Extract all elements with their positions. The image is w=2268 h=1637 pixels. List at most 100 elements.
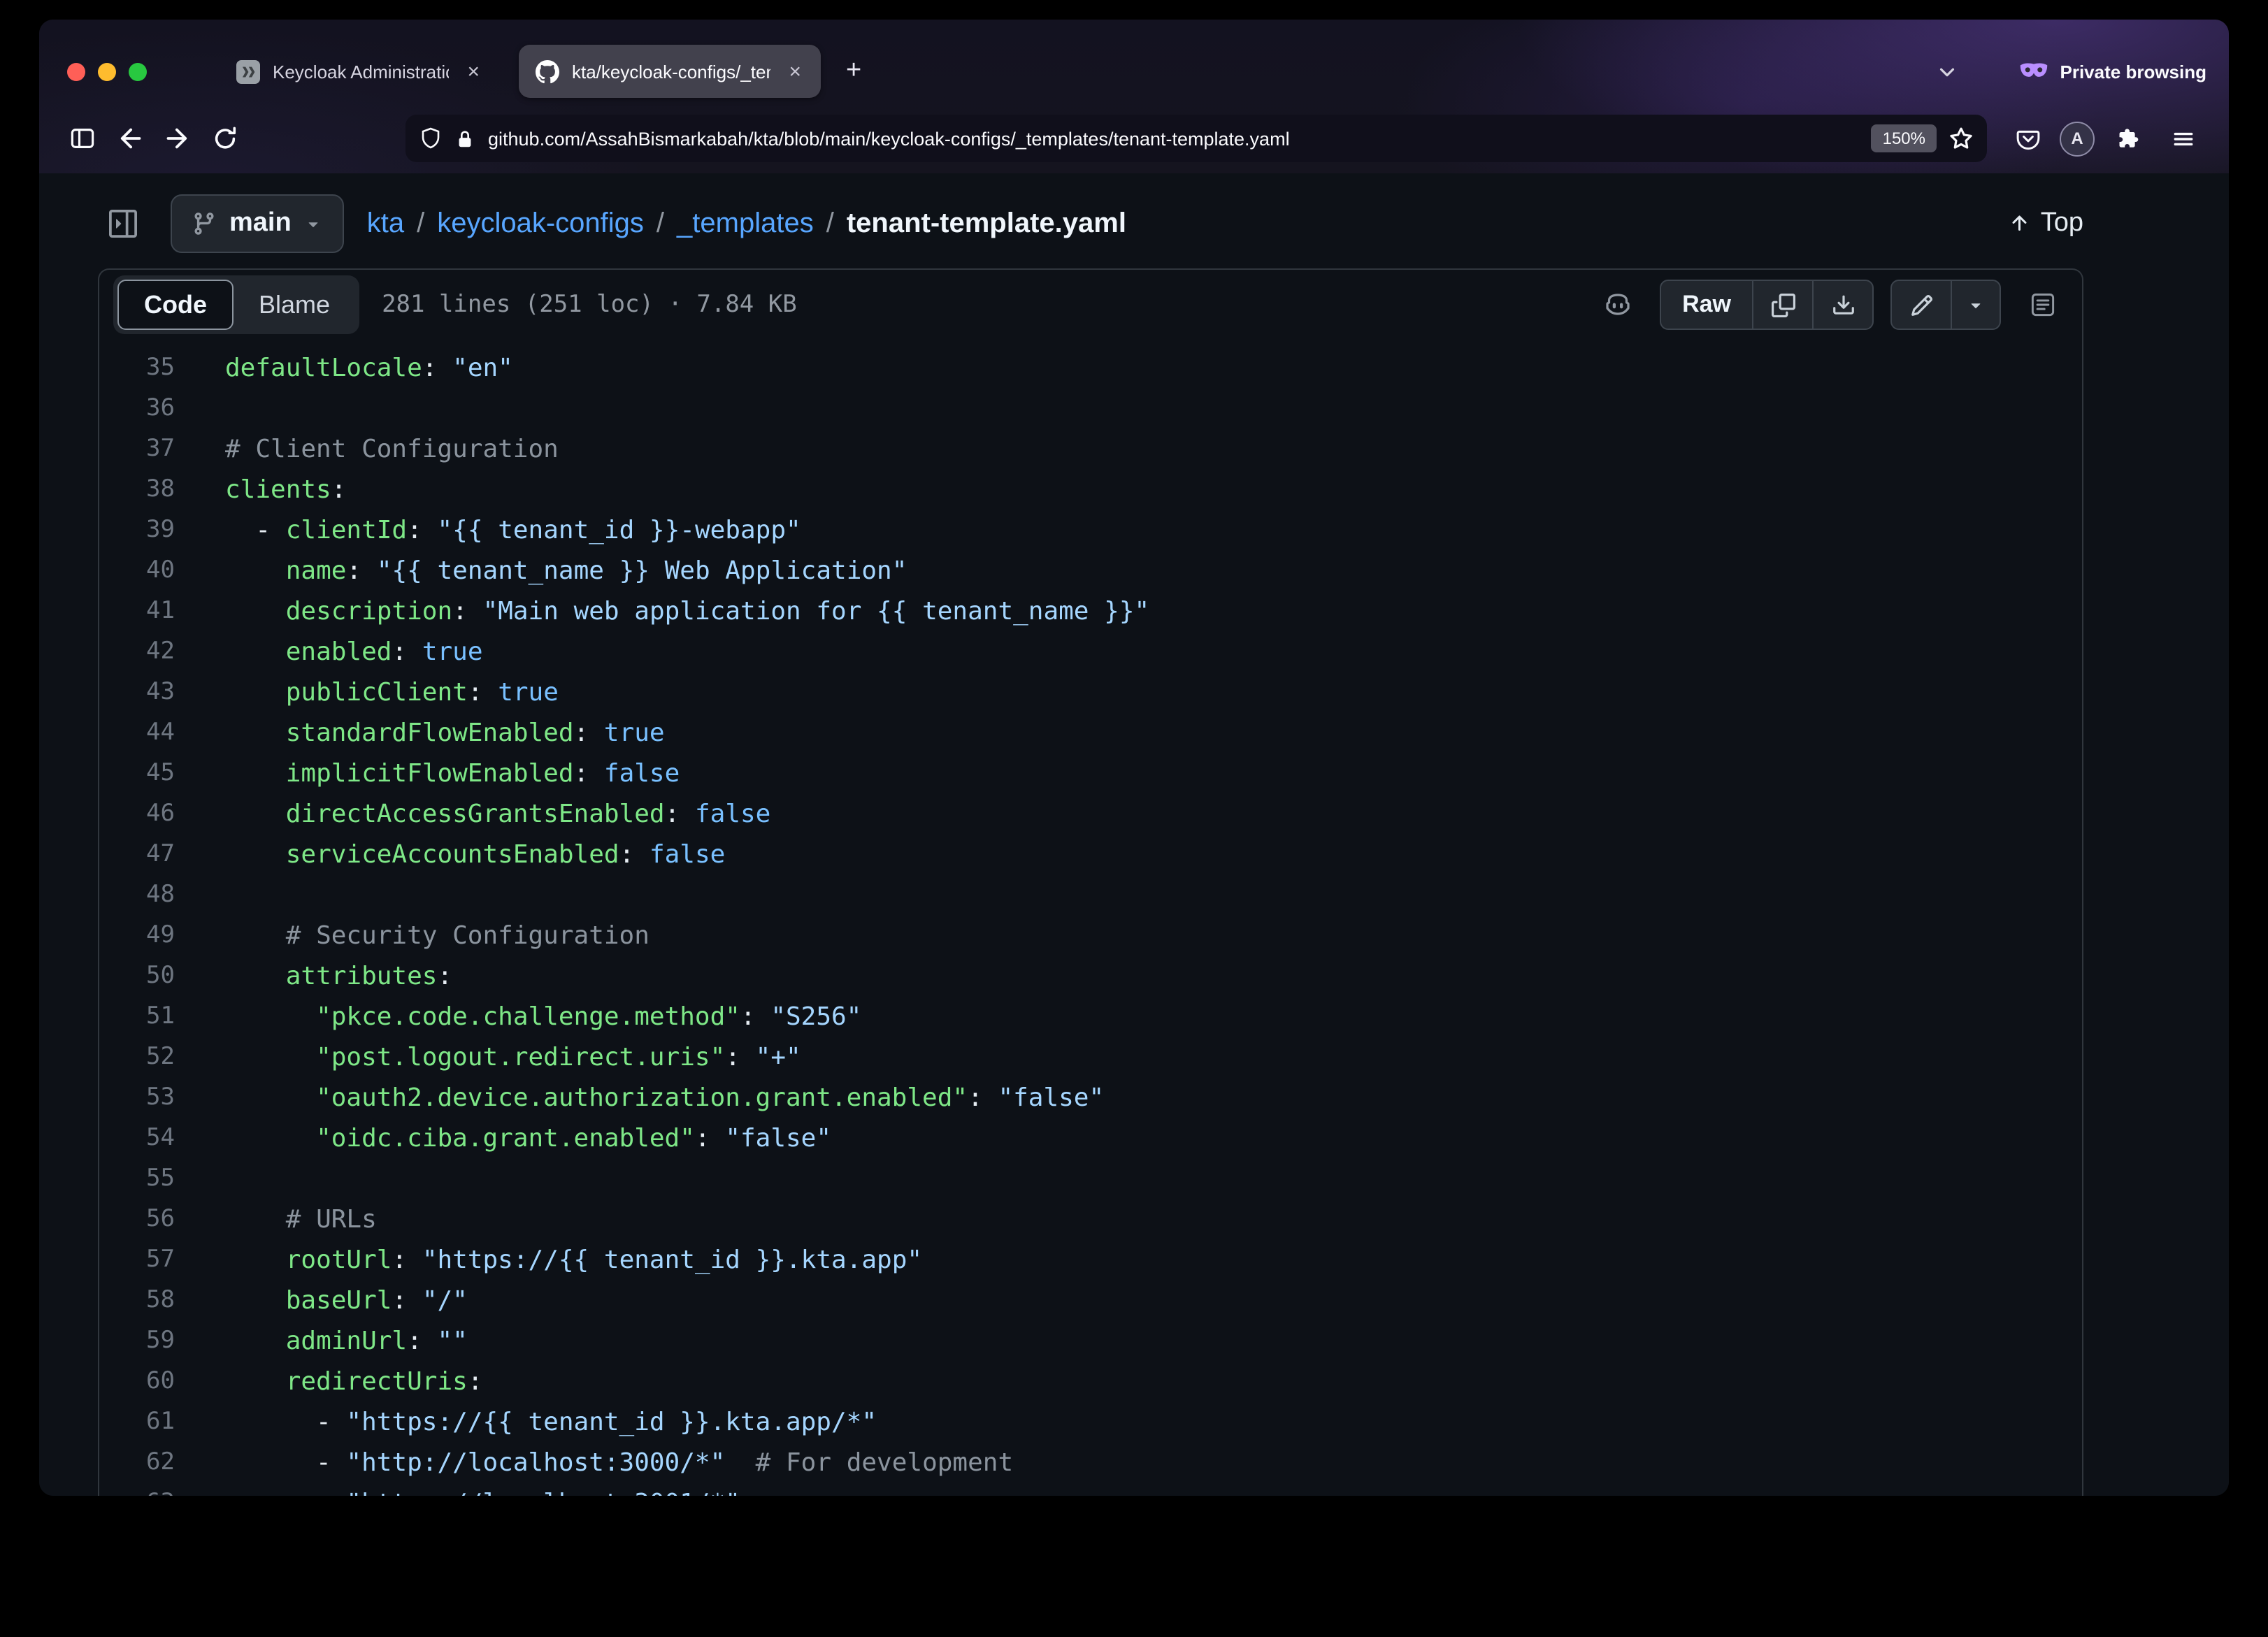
line-number[interactable]: 58 bbox=[99, 1281, 194, 1321]
line-number[interactable]: 51 bbox=[99, 997, 194, 1037]
code-text: rootUrl: "https://{{ tenant_id }}.kta.ap… bbox=[194, 1240, 922, 1281]
code-line: 36 bbox=[99, 389, 2082, 429]
profile-avatar[interactable]: A bbox=[2060, 121, 2095, 156]
breadcrumb-dir-link[interactable]: _templates bbox=[677, 208, 814, 240]
tab-blame[interactable]: Blame bbox=[234, 280, 355, 330]
url-text[interactable]: github.com/AssahBismarkabah/kta/blob/mai… bbox=[488, 128, 1859, 149]
line-number[interactable]: 57 bbox=[99, 1240, 194, 1281]
line-number[interactable]: 45 bbox=[99, 753, 194, 794]
edit-options-chevron-icon[interactable] bbox=[1951, 281, 2000, 329]
line-number[interactable]: 55 bbox=[99, 1159, 194, 1199]
code-line: 45 implicitFlowEnabled: false bbox=[99, 753, 2082, 794]
line-number[interactable]: 52 bbox=[99, 1037, 194, 1078]
code-text: - "https://localhost:3001/*" bbox=[194, 1483, 740, 1496]
lock-icon[interactable] bbox=[454, 128, 475, 149]
tab-code[interactable]: Code bbox=[117, 280, 234, 330]
line-number[interactable]: 48 bbox=[99, 875, 194, 916]
breadcrumb-separator: / bbox=[656, 208, 664, 240]
copilot-icon[interactable] bbox=[1593, 280, 1643, 330]
edit-pencil-icon[interactable] bbox=[1892, 281, 1951, 329]
list-tabs-chevron-icon[interactable] bbox=[1937, 61, 1958, 82]
zoom-level-badge[interactable]: 150% bbox=[1872, 124, 1937, 152]
line-number[interactable]: 40 bbox=[99, 551, 194, 591]
titlebar: Keycloak Administration Consol × kta/key… bbox=[39, 20, 2229, 106]
code-text: - "https://{{ tenant_id }}.kta.app/*" bbox=[194, 1402, 877, 1443]
forward-button[interactable] bbox=[154, 117, 201, 159]
line-number[interactable]: 46 bbox=[99, 794, 194, 835]
line-number[interactable]: 41 bbox=[99, 591, 194, 632]
code-text: enabled: true bbox=[194, 632, 483, 672]
line-number[interactable]: 42 bbox=[99, 632, 194, 672]
line-number[interactable]: 53 bbox=[99, 1078, 194, 1118]
symbols-panel-icon[interactable] bbox=[2018, 280, 2068, 330]
breadcrumb-dir-link[interactable]: keycloak-configs bbox=[437, 208, 644, 240]
code-text: directAccessGrantsEnabled: false bbox=[194, 794, 770, 835]
code-text bbox=[194, 1159, 225, 1199]
code-line: 62 - "http://localhost:3000/*" # For dev… bbox=[99, 1443, 2082, 1483]
line-number[interactable]: 62 bbox=[99, 1443, 194, 1483]
code-text: # Client Configuration bbox=[194, 429, 559, 470]
tracking-protection-shield-icon[interactable] bbox=[419, 127, 442, 150]
line-number[interactable]: 35 bbox=[99, 348, 194, 389]
code-line: 37# Client Configuration bbox=[99, 429, 2082, 470]
line-number[interactable]: 61 bbox=[99, 1402, 194, 1443]
line-number[interactable]: 37 bbox=[99, 429, 194, 470]
line-number[interactable]: 39 bbox=[99, 510, 194, 551]
tab-title: kta/keycloak-configs/_template bbox=[572, 61, 770, 82]
tab-close-icon[interactable]: × bbox=[783, 58, 807, 85]
file-tree-toggle-icon[interactable] bbox=[98, 199, 148, 249]
code-text: standardFlowEnabled: true bbox=[194, 713, 665, 753]
chevron-down-icon bbox=[304, 214, 324, 233]
copy-raw-icon[interactable] bbox=[1752, 281, 1812, 329]
line-number[interactable]: 60 bbox=[99, 1362, 194, 1402]
breadcrumb: kta / keycloak-configs / _templates / te… bbox=[367, 208, 1126, 240]
bookmark-star-icon[interactable] bbox=[1949, 127, 1973, 150]
line-number[interactable]: 49 bbox=[99, 916, 194, 956]
menu-hamburger-icon[interactable] bbox=[2159, 117, 2206, 159]
line-number[interactable]: 47 bbox=[99, 835, 194, 875]
breadcrumb-repo-link[interactable]: kta bbox=[367, 208, 404, 240]
raw-button[interactable]: Raw bbox=[1661, 281, 1752, 329]
line-number[interactable]: 59 bbox=[99, 1321, 194, 1362]
code-blame-switch: Code Blame bbox=[113, 275, 359, 334]
tab-title: Keycloak Administration Consol bbox=[273, 61, 449, 82]
code-text: "post.logout.redirect.uris": "+" bbox=[194, 1037, 801, 1078]
minimize-window-button[interactable] bbox=[98, 62, 116, 80]
branch-selector-button[interactable]: main bbox=[171, 194, 345, 253]
line-number[interactable]: 36 bbox=[99, 389, 194, 429]
line-number[interactable]: 44 bbox=[99, 713, 194, 753]
code-lines: 35defaultLocale: "en"3637# Client Config… bbox=[99, 340, 2082, 1496]
code-line: 41 description: "Main web application fo… bbox=[99, 591, 2082, 632]
code-text: description: "Main web application for {… bbox=[194, 591, 1149, 632]
scroll-to-top-link[interactable]: Top bbox=[2009, 208, 2083, 239]
line-number[interactable]: 56 bbox=[99, 1199, 194, 1240]
code-text: redirectUris: bbox=[194, 1362, 483, 1402]
zoom-window-button[interactable] bbox=[129, 62, 147, 80]
code-line: 51 "pkce.code.challenge.method": "S256" bbox=[99, 997, 2082, 1037]
close-window-button[interactable] bbox=[67, 62, 85, 80]
extensions-puzzle-icon[interactable] bbox=[2103, 117, 2151, 159]
reload-button[interactable] bbox=[201, 117, 249, 159]
url-bar[interactable]: github.com/AssahBismarkabah/kta/blob/mai… bbox=[405, 115, 1987, 162]
code-text: serviceAccountsEnabled: false bbox=[194, 835, 725, 875]
line-number[interactable]: 43 bbox=[99, 672, 194, 713]
line-number[interactable]: 54 bbox=[99, 1118, 194, 1159]
code-line: 43 publicClient: true bbox=[99, 672, 2082, 713]
code-text bbox=[194, 389, 225, 429]
code-text: name: "{{ tenant_name }} Web Application… bbox=[194, 551, 907, 591]
toolbar-right-buttons: A bbox=[2004, 117, 2206, 159]
sidebar-toggle-icon[interactable] bbox=[59, 117, 106, 159]
line-number[interactable]: 63 bbox=[99, 1483, 194, 1496]
tab-close-icon[interactable]: × bbox=[461, 58, 485, 85]
pocket-icon[interactable] bbox=[2004, 117, 2051, 159]
line-number[interactable]: 38 bbox=[99, 470, 194, 510]
back-button[interactable] bbox=[106, 117, 154, 159]
new-tab-button[interactable]: + bbox=[835, 53, 873, 89]
code-text: # Security Configuration bbox=[194, 916, 649, 956]
download-raw-icon[interactable] bbox=[1812, 281, 1872, 329]
line-number[interactable]: 50 bbox=[99, 956, 194, 997]
navigation-toolbar: github.com/AssahBismarkabah/kta/blob/mai… bbox=[39, 106, 2229, 171]
tab-github-file[interactable]: kta/keycloak-configs/_template × bbox=[519, 45, 821, 98]
tab-keycloak[interactable]: Keycloak Administration Consol × bbox=[220, 45, 499, 98]
breadcrumb-separator: / bbox=[417, 208, 424, 240]
